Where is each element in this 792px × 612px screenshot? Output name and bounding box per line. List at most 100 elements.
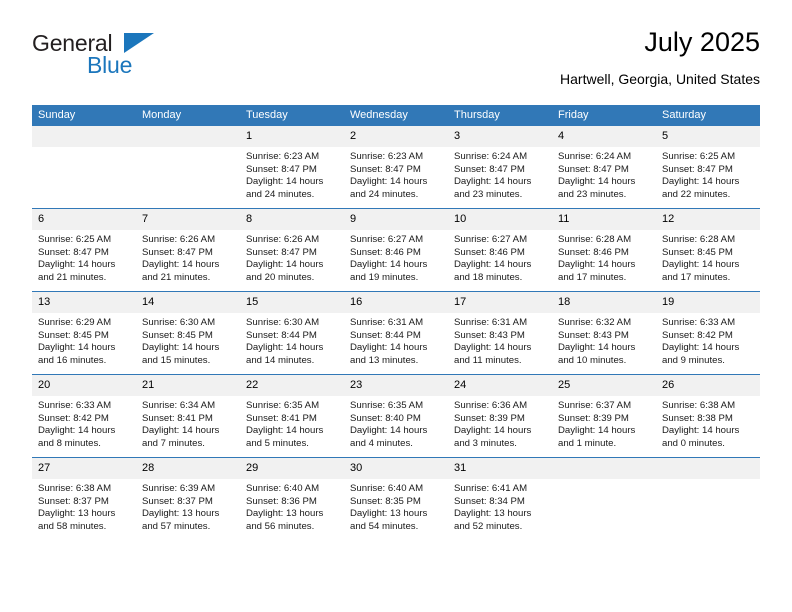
daylight-text: Daylight: 14 hours and 17 minutes. (558, 259, 636, 283)
calendar-day-cell-empty (32, 126, 136, 209)
calendar-day-cell[interactable]: 31 Sunrise: 6:41 AM Sunset: 8:34 PM Dayligh… (448, 457, 552, 540)
daylight-text: Daylight: 14 hours and 20 minutes. (246, 259, 324, 283)
calendar-day-cell[interactable]: 17 Sunrise: 6:31 AM Sunset: 8:43 PM Dayligh… (448, 291, 552, 375)
day-detail: Sunrise: 6:23 AM Sunset: 8:47 PM Daylight:… (344, 147, 448, 201)
daylight-text: Daylight: 14 hours and 17 minutes. (662, 259, 740, 283)
calendar-day-cell[interactable]: 16 Sunrise: 6:31 AM Sunset: 8:44 PM Dayligh… (344, 291, 448, 375)
day-number: 2 (344, 126, 448, 147)
calendar-week-row: 13 Sunrise: 6:29 AM Sunset: 8:45 PM Dayligh… (32, 291, 760, 375)
calendar-day-cell[interactable]: 28 Sunrise: 6:39 AM Sunset: 8:37 PM Dayligh… (136, 457, 240, 540)
day-number (552, 458, 656, 479)
sunset-text: Sunset: 8:47 PM (246, 246, 317, 258)
sunset-text: Sunset: 8:34 PM (454, 495, 525, 507)
calendar-day-cell-empty (552, 457, 656, 540)
day-detail: Sunrise: 6:37 AM Sunset: 8:39 PM Daylight:… (552, 396, 656, 450)
sunrise-text: Sunrise: 6:26 AM (142, 234, 216, 245)
day-number: 20 (32, 375, 136, 396)
calendar-day-cell[interactable]: 15 Sunrise: 6:30 AM Sunset: 8:44 PM Dayligh… (240, 291, 344, 375)
calendar-day-cell[interactable]: 13 Sunrise: 6:29 AM Sunset: 8:45 PM Dayligh… (32, 291, 136, 375)
day-number: 26 (656, 375, 760, 396)
sunset-text: Sunset: 8:47 PM (246, 163, 317, 175)
calendar-day-cell[interactable]: 2 Sunrise: 6:23 AM Sunset: 8:47 PM Daylight… (344, 126, 448, 209)
day-detail: Sunrise: 6:23 AM Sunset: 8:47 PM Daylight:… (240, 147, 344, 201)
calendar-day-cell[interactable]: 4 Sunrise: 6:24 AM Sunset: 8:47 PM Daylight… (552, 126, 656, 209)
sunset-text: Sunset: 8:45 PM (142, 329, 213, 341)
day-number: 12 (656, 209, 760, 230)
weekday-header-thursday: Thursday (448, 105, 552, 126)
weekday-header-saturday: Saturday (656, 105, 760, 126)
sunset-text: Sunset: 8:35 PM (350, 495, 421, 507)
brand-logo[interactable]: General Blue (32, 30, 182, 86)
daylight-text: Daylight: 13 hours and 56 minutes. (246, 508, 324, 532)
calendar-day-cell[interactable]: 6 Sunrise: 6:25 AM Sunset: 8:47 PM Daylight… (32, 208, 136, 292)
daylight-text: Daylight: 14 hours and 18 minutes. (454, 259, 532, 283)
sunrise-text: Sunrise: 6:38 AM (662, 400, 736, 411)
weekday-header-wednesday: Wednesday (344, 105, 448, 126)
calendar-day-cell[interactable]: 8 Sunrise: 6:26 AM Sunset: 8:47 PM Daylight… (240, 208, 344, 292)
daylight-text: Daylight: 14 hours and 10 minutes. (558, 342, 636, 366)
calendar-day-cell[interactable]: 12 Sunrise: 6:28 AM Sunset: 8:45 PM Dayligh… (656, 208, 760, 292)
sunset-text: Sunset: 8:39 PM (558, 412, 629, 424)
sunset-text: Sunset: 8:38 PM (662, 412, 733, 424)
calendar-day-cell[interactable]: 27 Sunrise: 6:38 AM Sunset: 8:37 PM Dayligh… (32, 457, 136, 540)
calendar-day-cell[interactable]: 11 Sunrise: 6:28 AM Sunset: 8:46 PM Dayligh… (552, 208, 656, 292)
daylight-text: Daylight: 14 hours and 21 minutes. (38, 259, 116, 283)
day-number: 11 (552, 209, 656, 230)
calendar-day-cell[interactable]: 9 Sunrise: 6:27 AM Sunset: 8:46 PM Daylight… (344, 208, 448, 292)
sunset-text: Sunset: 8:45 PM (38, 329, 109, 341)
daylight-text: Daylight: 14 hours and 4 minutes. (350, 425, 428, 449)
daylight-text: Daylight: 14 hours and 16 minutes. (38, 342, 116, 366)
calendar-day-cell[interactable]: 21 Sunrise: 6:34 AM Sunset: 8:41 PM Dayligh… (136, 374, 240, 458)
calendar-day-cell[interactable]: 30 Sunrise: 6:40 AM Sunset: 8:35 PM Dayligh… (344, 457, 448, 540)
calendar-day-cell[interactable]: 20 Sunrise: 6:33 AM Sunset: 8:42 PM Dayligh… (32, 374, 136, 458)
sunset-text: Sunset: 8:43 PM (558, 329, 629, 341)
calendar-day-cell[interactable]: 14 Sunrise: 6:30 AM Sunset: 8:45 PM Dayligh… (136, 291, 240, 375)
sunrise-text: Sunrise: 6:28 AM (662, 234, 736, 245)
calendar-week-row: 1 Sunrise: 6:23 AM Sunset: 8:47 PM Daylight… (32, 126, 760, 209)
daylight-text: Daylight: 14 hours and 24 minutes. (246, 176, 324, 200)
sunset-text: Sunset: 8:42 PM (662, 329, 733, 341)
day-number (32, 126, 136, 147)
sunset-text: Sunset: 8:47 PM (38, 246, 109, 258)
daylight-text: Daylight: 13 hours and 58 minutes. (38, 508, 116, 532)
day-detail: Sunrise: 6:24 AM Sunset: 8:47 PM Daylight:… (448, 147, 552, 201)
day-number: 27 (32, 458, 136, 479)
calendar-day-cell[interactable]: 29 Sunrise: 6:40 AM Sunset: 8:36 PM Dayligh… (240, 457, 344, 540)
calendar-day-cell[interactable]: 1 Sunrise: 6:23 AM Sunset: 8:47 PM Daylight… (240, 126, 344, 209)
calendar-day-cell[interactable]: 3 Sunrise: 6:24 AM Sunset: 8:47 PM Daylight… (448, 126, 552, 209)
sunset-text: Sunset: 8:44 PM (350, 329, 421, 341)
day-detail: Sunrise: 6:28 AM Sunset: 8:45 PM Daylight:… (656, 230, 760, 284)
daylight-text: Daylight: 14 hours and 7 minutes. (142, 425, 220, 449)
calendar-day-cell[interactable]: 24 Sunrise: 6:36 AM Sunset: 8:39 PM Dayligh… (448, 374, 552, 458)
daylight-text: Daylight: 14 hours and 23 minutes. (454, 176, 532, 200)
day-number: 14 (136, 292, 240, 313)
sunrise-text: Sunrise: 6:32 AM (558, 317, 632, 328)
calendar-day-cell[interactable]: 10 Sunrise: 6:27 AM Sunset: 8:46 PM Dayligh… (448, 208, 552, 292)
calendar-day-cell[interactable]: 7 Sunrise: 6:26 AM Sunset: 8:47 PM Daylight… (136, 208, 240, 292)
day-detail: Sunrise: 6:31 AM Sunset: 8:44 PM Daylight:… (344, 313, 448, 367)
calendar-day-cell[interactable]: 5 Sunrise: 6:25 AM Sunset: 8:47 PM Daylight… (656, 126, 760, 209)
weekday-header-friday: Friday (552, 105, 656, 126)
daylight-text: Daylight: 14 hours and 9 minutes. (662, 342, 740, 366)
day-detail: Sunrise: 6:27 AM Sunset: 8:46 PM Daylight:… (344, 230, 448, 284)
title-block: July 2025 Hartwell, Georgia, United Stat… (560, 26, 760, 88)
day-detail: Sunrise: 6:25 AM Sunset: 8:47 PM Daylight:… (32, 230, 136, 284)
day-number: 25 (552, 375, 656, 396)
day-detail: Sunrise: 6:26 AM Sunset: 8:47 PM Daylight:… (240, 230, 344, 284)
calendar-day-cell[interactable]: 18 Sunrise: 6:32 AM Sunset: 8:43 PM Dayligh… (552, 291, 656, 375)
day-number: 22 (240, 375, 344, 396)
calendar-day-cell[interactable]: 25 Sunrise: 6:37 AM Sunset: 8:39 PM Dayligh… (552, 374, 656, 458)
daylight-text: Daylight: 13 hours and 52 minutes. (454, 508, 532, 532)
sunrise-text: Sunrise: 6:39 AM (142, 483, 216, 494)
day-detail: Sunrise: 6:25 AM Sunset: 8:47 PM Daylight:… (656, 147, 760, 201)
day-detail: Sunrise: 6:41 AM Sunset: 8:34 PM Daylight:… (448, 479, 552, 533)
calendar-day-cell-empty (136, 126, 240, 209)
daylight-text: Daylight: 14 hours and 21 minutes. (142, 259, 220, 283)
calendar-day-cell[interactable]: 23 Sunrise: 6:35 AM Sunset: 8:40 PM Dayligh… (344, 374, 448, 458)
day-number: 8 (240, 209, 344, 230)
calendar-day-cell[interactable]: 19 Sunrise: 6:33 AM Sunset: 8:42 PM Dayligh… (656, 291, 760, 375)
calendar-day-cell[interactable]: 22 Sunrise: 6:35 AM Sunset: 8:41 PM Dayligh… (240, 374, 344, 458)
day-number: 19 (656, 292, 760, 313)
calendar-day-cell[interactable]: 26 Sunrise: 6:38 AM Sunset: 8:38 PM Dayligh… (656, 374, 760, 458)
calendar-head: Sunday Monday Tuesday Wednesday Thursday… (32, 105, 760, 126)
